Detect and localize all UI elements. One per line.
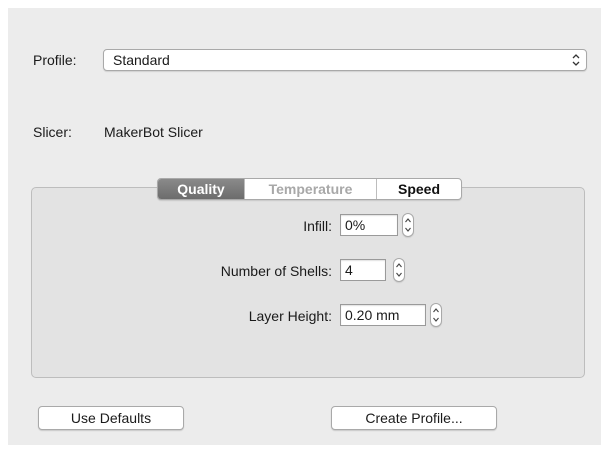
profile-label: Profile: [33, 52, 77, 68]
settings-tabs: Quality Temperature Speed [157, 178, 462, 200]
profile-select[interactable]: Standard [103, 49, 587, 71]
shells-field[interactable]: 4 [340, 259, 386, 281]
layer-height-field[interactable]: 0.20 mm [340, 304, 426, 326]
create-profile-button[interactable]: Create Profile... [331, 406, 497, 430]
settings-group-box [31, 187, 585, 378]
infill-label: Infill: [303, 218, 332, 234]
tab-temperature[interactable]: Temperature [244, 179, 376, 199]
tab-quality[interactable]: Quality [158, 179, 244, 199]
tab-speed[interactable]: Speed [376, 179, 461, 199]
slicer-label: Slicer: [33, 124, 72, 140]
shells-stepper[interactable] [393, 258, 405, 282]
up-down-arrows-icon [572, 54, 580, 66]
layer-height-stepper[interactable] [430, 303, 442, 327]
stepper-arrows-icon [396, 263, 402, 277]
shells-label: Number of Shells: [220, 263, 332, 279]
layer-height-label: Layer Height: [248, 308, 332, 324]
stepper-arrows-icon [433, 308, 439, 322]
profile-select-value: Standard [113, 52, 170, 68]
infill-stepper[interactable] [402, 213, 414, 237]
slicer-value: MakerBot Slicer [104, 124, 203, 140]
infill-field[interactable]: 0% [340, 214, 398, 236]
stepper-arrows-icon [405, 218, 411, 232]
use-defaults-button[interactable]: Use Defaults [38, 406, 184, 430]
